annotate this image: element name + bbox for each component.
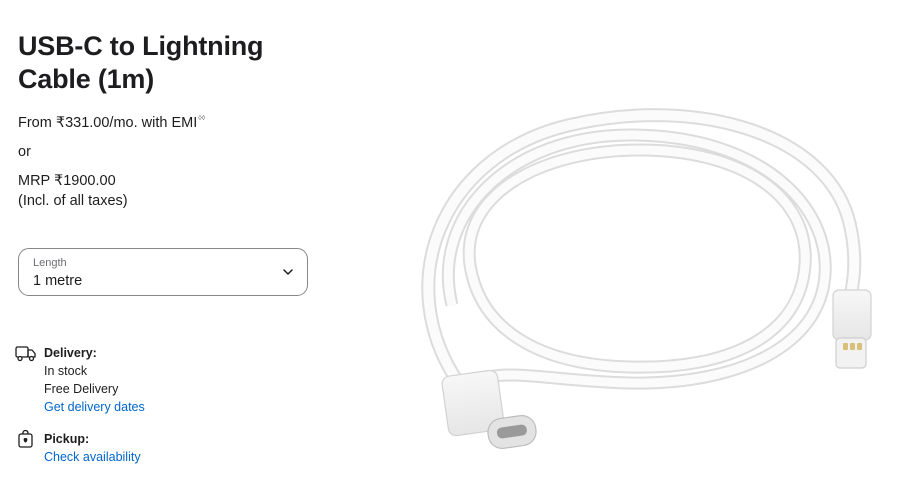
chevron-down-icon xyxy=(283,269,293,275)
product-title: USB-C to Lightning Cable (1m) xyxy=(18,30,348,96)
product-title-line2: Cable (1m) xyxy=(18,64,155,94)
mrp-price: MRP ₹1900.00 xyxy=(18,173,116,189)
get-delivery-dates-link[interactable]: Get delivery dates xyxy=(44,398,145,416)
length-select[interactable]: Length 1 metre xyxy=(18,248,308,296)
delivery-info: Delivery: In stock Free Delivery Get del… xyxy=(15,344,145,416)
delivery-status: In stock xyxy=(44,364,88,378)
pickup-text: Pickup: Check availability xyxy=(44,430,141,466)
shopping-bag-icon xyxy=(18,430,33,448)
emi-price: From ₹331.00/mo. with EMI◊◊ xyxy=(18,110,348,132)
emi-footnote-mark: ◊◊ xyxy=(198,115,206,122)
check-availability-link[interactable]: Check availability xyxy=(44,448,141,466)
usb-c-lightning-cable-image xyxy=(421,108,872,449)
truck-icon xyxy=(15,346,36,362)
length-select-value: 1 metre xyxy=(33,273,83,289)
length-select-label: Length xyxy=(33,257,67,269)
or-separator: or xyxy=(18,144,31,160)
tax-note: (Incl. of all taxes) xyxy=(18,193,128,209)
product-page: USB-C to Lightning Cable (1m) From ₹331.… xyxy=(0,0,910,495)
delivery-heading: Delivery: xyxy=(44,346,97,360)
product-title-line1: USB-C to Lightning xyxy=(18,31,264,61)
lightning-connector xyxy=(832,289,872,369)
emi-text: From ₹331.00/mo. with EMI xyxy=(18,115,198,131)
delivery-text: Delivery: In stock Free Delivery Get del… xyxy=(44,344,145,416)
delivery-note: Free Delivery xyxy=(44,382,119,396)
pickup-info: Pickup: Check availability xyxy=(15,430,141,466)
product-info: USB-C to Lightning Cable (1m) From ₹331.… xyxy=(18,30,348,212)
pickup-heading: Pickup: xyxy=(44,432,90,446)
